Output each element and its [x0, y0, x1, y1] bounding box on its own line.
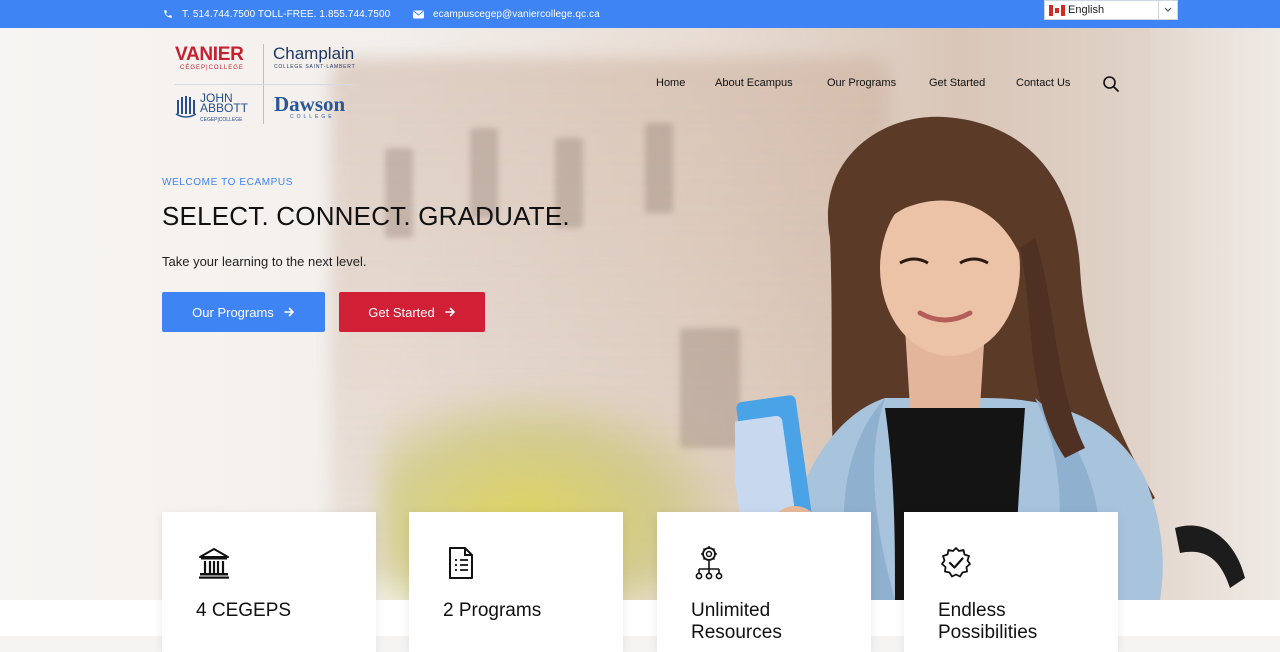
john-abbott-emblem-icon: [175, 96, 197, 118]
john-abbott-logo-line2: ABBOTT: [200, 101, 249, 115]
bg-window: [645, 123, 673, 213]
nav-home[interactable]: Home: [656, 77, 685, 89]
john-abbott-logo-subtitle: CEGEP|COLLEGE: [200, 117, 243, 123]
feature-card-programs: 2 Programs: [409, 512, 623, 652]
envelope-icon: [413, 10, 424, 18]
champlain-logo[interactable]: Champlain: [273, 44, 354, 64]
canada-flag-icon: [1049, 4, 1065, 16]
feature-card-resources: Unlimited Resources: [657, 512, 871, 652]
language-label: English: [1068, 4, 1105, 16]
search-icon[interactable]: [1102, 75, 1120, 93]
dawson-logo-subtitle: COLLEGE: [290, 114, 335, 120]
our-programs-button[interactable]: Our Programs: [162, 292, 325, 332]
phone-text: T. 514.744.7500 TOLL-FREE. 1.855.744.750…: [182, 8, 391, 20]
champlain-logo-subtitle: COLLEGE SAINT-LAMBERT: [274, 64, 356, 70]
our-programs-button-label: Our Programs: [192, 304, 274, 320]
feature-card-cegeps: 4 CEGEPS: [162, 512, 376, 652]
nav-get-started[interactable]: Get Started: [929, 77, 985, 89]
institution-icon: [199, 548, 229, 579]
john-abbott-logo[interactable]: JOHN ABBOTT: [200, 92, 249, 115]
arrow-right-icon: [444, 307, 455, 317]
network-gear-icon: [695, 546, 723, 580]
hero-title: SELECT. CONNECT. GRADUATE.: [162, 201, 570, 231]
feature-card-title: Endless Possibilities: [938, 600, 1038, 643]
phone-contact[interactable]: T. 514.744.7500 TOLL-FREE. 1.855.744.750…: [163, 0, 390, 28]
nav-contact-us[interactable]: Contact Us: [1016, 77, 1070, 89]
arrow-right-icon: [284, 307, 294, 317]
hero-lead: Take your learning to the next level.: [162, 254, 367, 269]
phone-icon: [164, 10, 172, 18]
vanier-logo-subtitle: CÉGEP|COLLEGE: [180, 65, 244, 71]
badge-check-icon: [941, 547, 971, 578]
chevron-down-icon[interactable]: [1158, 1, 1177, 19]
nav-our-programs[interactable]: Our Programs: [827, 77, 896, 89]
logo-divider: [174, 84, 354, 85]
email-contact[interactable]: ecampuscegep@vaniercollege.qc.ca: [413, 0, 600, 28]
get-started-button[interactable]: Get Started: [339, 292, 485, 332]
hero-eyebrow: WELCOME TO ECAMPUS: [162, 177, 294, 188]
language-select[interactable]: English: [1044, 0, 1178, 20]
get-started-button-label: Get Started: [368, 304, 435, 320]
email-text: ecampuscegep@vaniercollege.qc.ca: [433, 8, 600, 20]
top-bar: T. 514.744.7500 TOLL-FREE. 1.855.744.750…: [0, 0, 1280, 28]
feature-card-title: Unlimited Resources: [691, 600, 782, 643]
vanier-logo[interactable]: VANIER: [175, 44, 244, 66]
feature-card-title: 4 CEGEPS: [196, 600, 292, 621]
partner-logos[interactable]: VANIER CÉGEP|COLLEGE Champlain COLLEGE S…: [170, 40, 360, 130]
feature-card-possibilities: Endless Possibilities: [904, 512, 1118, 652]
nav-about-ecampus[interactable]: About Ecampus: [715, 77, 793, 89]
document-icon: [449, 547, 473, 579]
feature-card-title: 2 Programs: [443, 600, 542, 621]
